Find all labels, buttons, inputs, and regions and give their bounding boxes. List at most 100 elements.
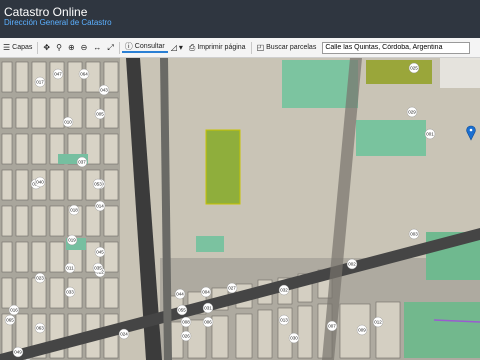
- parcel-label[interactable]: 016: [8, 304, 20, 316]
- parcel-number: 002: [348, 262, 356, 267]
- parcel-label[interactable]: 029: [406, 106, 418, 118]
- satellite-map[interactable]: 001 002 003 004 005 006 007 008 009 010 011 012 013 0…: [0, 58, 480, 360]
- parcel-number: 030: [290, 336, 298, 341]
- fullscreen-button[interactable]: ⤢: [104, 43, 116, 52]
- parcel-label[interactable]: 047: [52, 68, 64, 80]
- parcel-label[interactable]: 017: [34, 76, 46, 88]
- parcel-number: 012: [374, 320, 382, 325]
- info-icon: ⓘ: [124, 41, 133, 51]
- parcel-number: 004: [202, 290, 210, 295]
- parcel-number: 007: [328, 324, 336, 329]
- parcel-label[interactable]: 006: [202, 316, 214, 328]
- parcel-number: 018: [70, 208, 78, 213]
- search-parcels-button[interactable]: ◰ Buscar parcelas: [254, 42, 320, 52]
- green-field-central: [205, 129, 241, 205]
- parcel-label[interactable]: 025: [408, 62, 420, 74]
- parcel-label[interactable]: 001: [424, 128, 436, 140]
- parcel-number: 032: [280, 288, 288, 293]
- parcel-number: 011: [66, 266, 74, 271]
- parcel-label[interactable]: 003: [408, 228, 420, 240]
- parcel-label[interactable]: 049: [12, 346, 24, 358]
- pan-button[interactable]: ✥: [40, 42, 53, 52]
- parcel-label[interactable]: 031: [202, 302, 214, 314]
- map-canvas[interactable]: 001 002 003 004 005 006 007 008 009 010 011 012 013 0…: [0, 58, 480, 360]
- parcel-number: 014: [96, 204, 104, 209]
- parcel-label[interactable]: 043: [98, 84, 110, 96]
- toolbar-divider: [250, 41, 252, 54]
- search-icon: ⚲: [56, 42, 62, 52]
- search-map-button[interactable]: ⚲: [53, 42, 65, 52]
- parcel-number: 055: [178, 308, 186, 313]
- parcel-label[interactable]: 004: [200, 286, 212, 298]
- parcel-label[interactable]: 023: [34, 272, 46, 284]
- parcel-label[interactable]: 026: [180, 330, 192, 342]
- parcel-label[interactable]: 018: [68, 204, 80, 216]
- parcel-number: 003: [410, 232, 418, 237]
- parcel-label[interactable]: 065: [4, 314, 16, 326]
- green-field-north: [366, 60, 432, 84]
- parcel-number: 053: [94, 182, 102, 187]
- printer-icon: ⎙: [188, 42, 196, 52]
- parcel-number: 008: [182, 320, 190, 325]
- address-search-input[interactable]: [322, 41, 471, 54]
- app-header: Catastro Online Dirección General de Cat…: [0, 0, 480, 38]
- print-button[interactable]: ⎙ Imprimir página: [186, 42, 249, 52]
- parcel-label[interactable]: 014: [94, 200, 106, 212]
- zoom-out-button[interactable]: ⊖: [78, 42, 91, 52]
- menu-icon: ☰: [3, 42, 11, 52]
- move-icon: ✥: [43, 42, 51, 52]
- parcel-number: 063: [36, 326, 44, 331]
- parcel-number: 044: [176, 292, 184, 297]
- parcel-number: 006: [204, 320, 212, 325]
- teal-field-south: [404, 302, 480, 358]
- parcel-label[interactable]: 011: [64, 262, 76, 274]
- measure-button[interactable]: ↔: [90, 42, 104, 52]
- parcel-label[interactable]: 037: [76, 156, 88, 168]
- parcel-number: 031: [204, 306, 212, 311]
- layers-button[interactable]: ☰ Capas: [0, 42, 35, 52]
- parcel-label[interactable]: 055: [176, 304, 188, 316]
- parcel-label[interactable]: 053: [92, 178, 104, 190]
- consultar-label: Consultar: [134, 43, 165, 50]
- parcel-label[interactable]: 033: [64, 286, 76, 298]
- parcel-label[interactable]: 009: [356, 324, 368, 336]
- app-subtitle: Dirección General de Catastro: [4, 18, 112, 27]
- parcel-label[interactable]: 002: [346, 258, 358, 270]
- parcel-label[interactable]: 045: [94, 246, 106, 258]
- parcel-label[interactable]: 008: [180, 316, 192, 328]
- parcel-number: 065: [6, 318, 14, 323]
- parcel-label[interactable]: 040: [34, 176, 46, 188]
- parcel-number: 019: [68, 238, 76, 243]
- parcel-label[interactable]: 032: [278, 284, 290, 296]
- layers-label: Capas: [12, 44, 33, 51]
- parcel-label[interactable]: 007: [326, 320, 338, 332]
- parcel-label[interactable]: 013: [278, 314, 290, 326]
- parcel-number: 047: [54, 72, 62, 77]
- draw-dropdown-button[interactable]: ◿ ▾: [168, 42, 186, 52]
- parcel-number: 001: [426, 132, 434, 137]
- toolbar: ☰ Capas ✥ ⚲ ⊕ ⊖ ↔ ⤢ ⓘ Consultar ◿ ▾ ⎙ Im…: [0, 38, 480, 58]
- ruler-icon: ↔: [93, 42, 102, 52]
- parcel-number: 064: [80, 72, 88, 77]
- parcel-label[interactable]: 064: [78, 68, 90, 80]
- parcel-number: 029: [408, 110, 416, 115]
- zoom-out-icon: ⊖: [80, 42, 88, 52]
- consultar-button[interactable]: ⓘ Consultar: [121, 41, 168, 53]
- parcel-label[interactable]: 005: [94, 108, 106, 120]
- parcel-label[interactable]: 063: [34, 322, 46, 334]
- parcel-label[interactable]: 027: [226, 282, 238, 294]
- search-parcels-label: Buscar parcelas: [266, 44, 317, 51]
- parcel-number: 045: [96, 250, 104, 255]
- parcel-number: 013: [280, 318, 288, 323]
- parcel-label[interactable]: 030: [288, 332, 300, 344]
- draw-icon: ◿: [170, 42, 177, 52]
- parcel-label[interactable]: 035: [92, 262, 104, 274]
- parcel-label[interactable]: 024: [118, 328, 130, 340]
- zoom-in-button[interactable]: ⊕: [65, 43, 78, 52]
- parcel-label[interactable]: 012: [372, 316, 384, 328]
- parcel-label[interactable]: 019: [66, 234, 78, 246]
- binoculars-icon: ◰: [256, 42, 265, 52]
- parcel-label[interactable]: 010: [62, 116, 74, 128]
- parcel-label[interactable]: 044: [174, 288, 186, 300]
- caret-down-icon: ▾: [178, 42, 183, 52]
